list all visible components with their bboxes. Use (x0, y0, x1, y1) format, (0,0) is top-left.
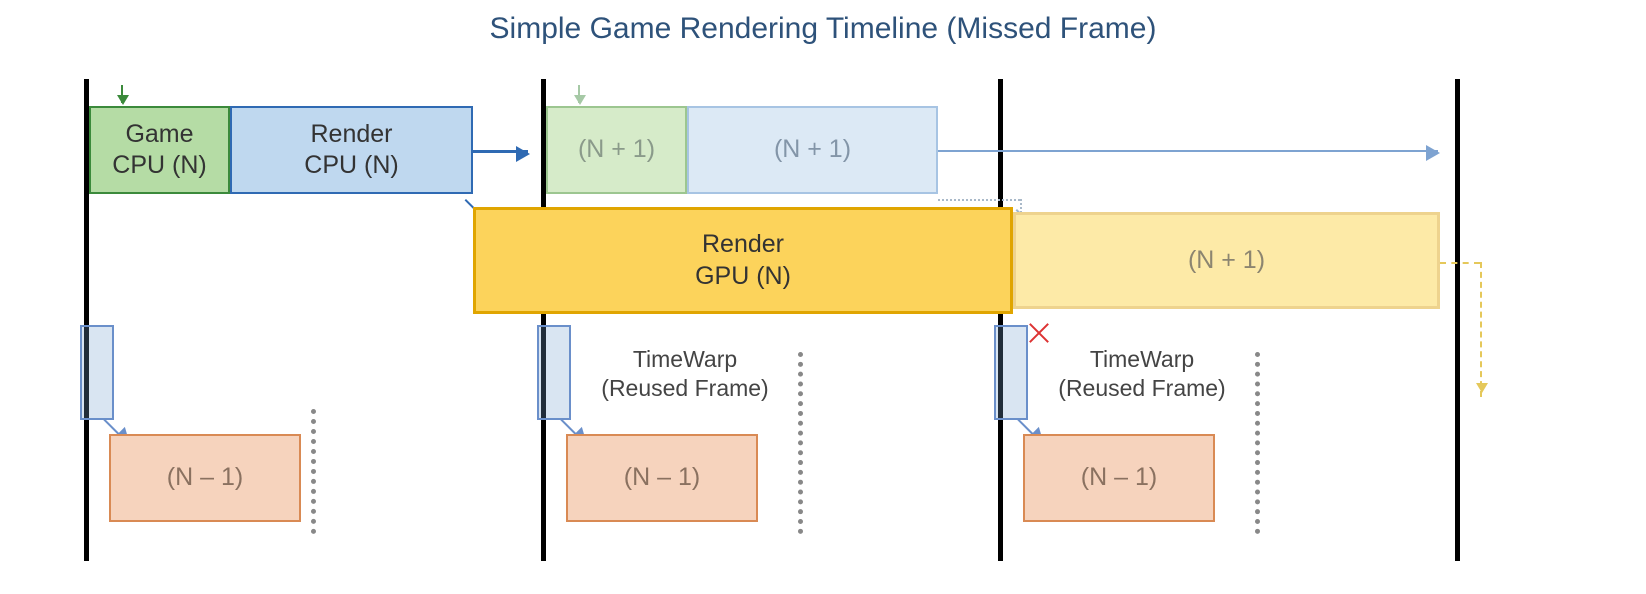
game-cpu-n1: (N + 1) (546, 106, 687, 194)
display-n-minus-1-a: (N – 1) (109, 434, 301, 522)
vsync-line-3 (1455, 79, 1460, 561)
display-end-a (311, 409, 316, 534)
display-n-minus-1-b: (N – 1) (566, 434, 758, 522)
timewarp-label-2: TimeWarp (Reused Frame) (1037, 345, 1247, 403)
display-n-minus-1-c: (N – 1) (1023, 434, 1215, 522)
render-gpu-n1: (N + 1) (1013, 212, 1440, 309)
frame-start-tick-n (121, 85, 123, 103)
render-cpu-n1: (N + 1) (687, 106, 938, 194)
render-cpu-n: Render CPU (N) (230, 106, 473, 194)
gpu-n1-out-h (1440, 262, 1480, 264)
cpu-to-next-arrow-n (473, 150, 528, 153)
display-end-c (1255, 352, 1260, 534)
display-end-b (798, 352, 803, 534)
compositor-n-minus-2 (80, 325, 114, 420)
cpu-to-gpu-conn-n1-h (938, 199, 1020, 201)
cpu-to-next-arrow-n1 (938, 150, 1438, 152)
missed-frame-icon (1028, 322, 1050, 344)
render-gpu-n: Render GPU (N) (473, 207, 1013, 314)
compositor-n-minus-1b (994, 325, 1028, 420)
frame-start-tick-n1 (578, 85, 580, 103)
timewarp-label-1: TimeWarp (Reused Frame) (580, 345, 790, 403)
diagram-title: Simple Game Rendering Timeline (Missed F… (0, 12, 1646, 46)
game-cpu-n: Game CPU (N) (89, 106, 230, 194)
gpu-n1-out-v (1480, 262, 1482, 397)
compositor-n-minus-1a (537, 325, 571, 420)
